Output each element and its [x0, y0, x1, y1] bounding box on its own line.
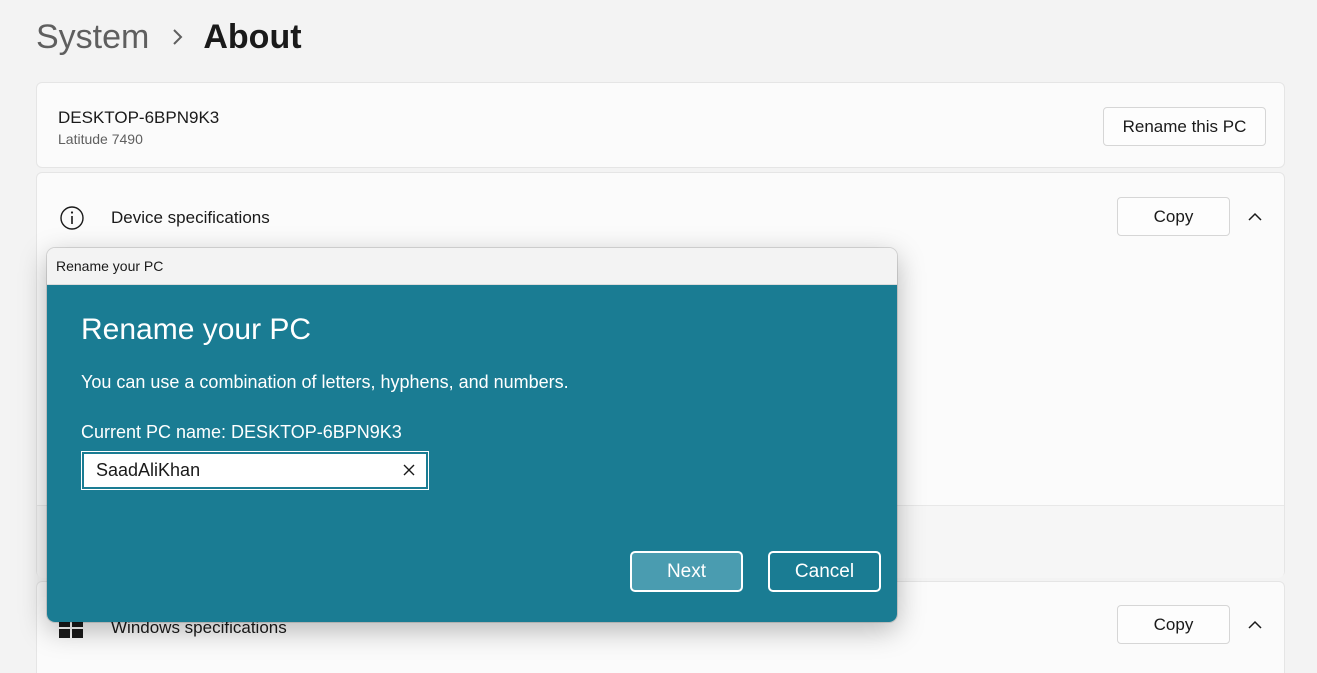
breadcrumb: System About [36, 14, 302, 60]
device-specifications-header[interactable]: Device specifications Copy [37, 173, 1284, 259]
pc-name: DESKTOP-6BPN9K3 [58, 108, 220, 127]
page-title: About [203, 18, 302, 56]
dialog-body: Rename your PC You can use a combination… [47, 285, 897, 622]
rename-pc-dialog: Rename your PC Rename your PC You can us… [47, 248, 897, 622]
chevron-right-icon [171, 28, 183, 46]
next-button[interactable]: Next [630, 551, 743, 592]
dialog-description: You can use a combination of letters, hy… [81, 372, 569, 392]
rename-pc-button[interactable]: Rename this PC [1103, 107, 1266, 146]
pc-name-card: DESKTOP-6BPN9K3 Latitude 7490 Rename thi… [36, 82, 1285, 168]
chevron-up-icon[interactable] [1247, 616, 1263, 632]
breadcrumb-system[interactable]: System [36, 14, 149, 60]
new-pc-name-field[interactable] [81, 451, 429, 490]
new-pc-name-input[interactable] [84, 455, 386, 486]
copy-device-specs-button[interactable]: Copy [1117, 197, 1230, 236]
cancel-button[interactable]: Cancel [768, 551, 881, 592]
dialog-window-title: Rename your PC [56, 258, 164, 274]
device-specifications-title: Device specifications [111, 208, 270, 227]
dialog-titlebar[interactable]: Rename your PC [47, 248, 897, 285]
pc-model: Latitude 7490 [58, 131, 143, 147]
chevron-up-icon[interactable] [1247, 208, 1263, 224]
info-icon [59, 205, 85, 231]
close-icon[interactable] [402, 463, 416, 477]
copy-windows-specs-button[interactable]: Copy [1117, 605, 1230, 644]
current-pc-name-label: Current PC name: DESKTOP-6BPN9K3 [81, 422, 402, 442]
settings-about-page: System About DESKTOP-6BPN9K3 Latitude 74… [0, 0, 1317, 673]
dialog-heading: Rename your PC [81, 313, 312, 346]
